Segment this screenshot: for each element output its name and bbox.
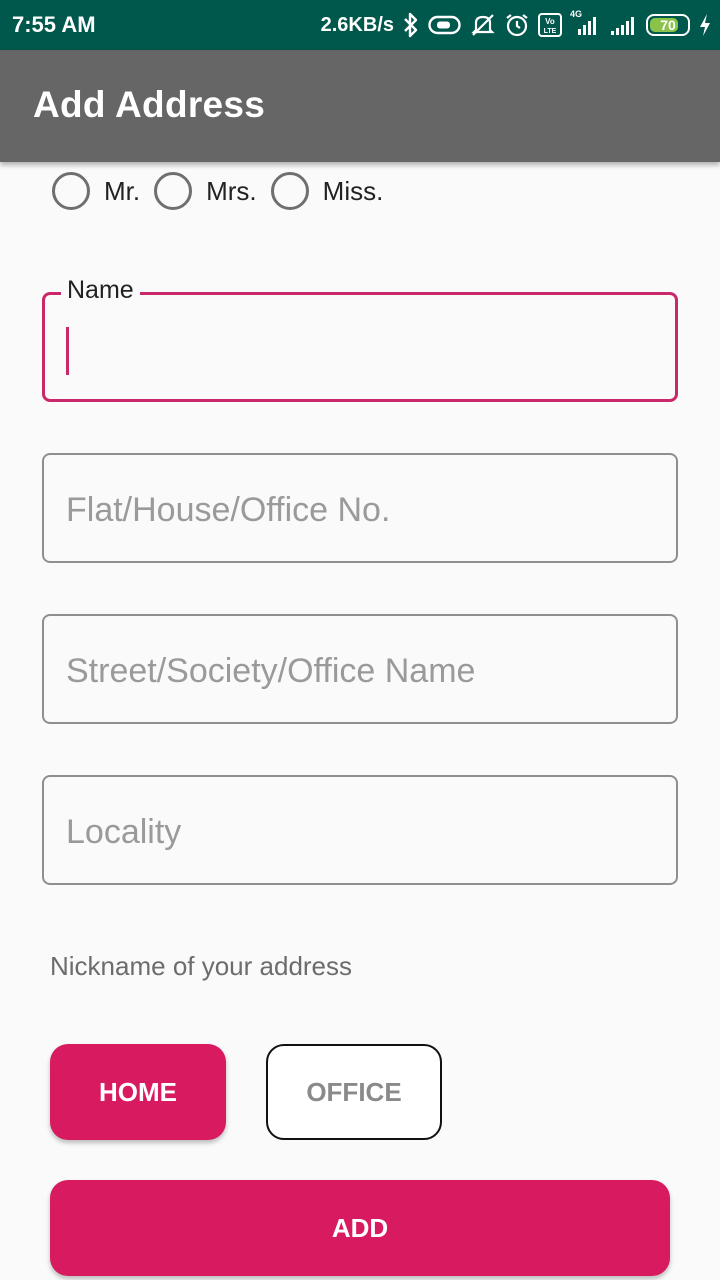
key-icon [428, 11, 462, 39]
street-society-field[interactable]: Street/Society/Office Name [42, 614, 678, 724]
status-bar: 7:55 AM 2.6KB/s Vo LTE 4G 70 [0, 0, 720, 50]
radio-label: Mr. [104, 175, 141, 206]
locality-field-placeholder: Locality [66, 813, 182, 851]
svg-text:Vo: Vo [545, 17, 555, 26]
name-field-label: Name [61, 276, 140, 305]
salutation-radio-group: Mr. Mrs. Miss. [52, 171, 397, 211]
street-field-placeholder: Street/Society/Office Name [66, 652, 476, 690]
status-icons: 2.6KB/s Vo LTE 4G 70 [320, 9, 712, 40]
text-cursor [66, 327, 69, 375]
home-chip-button[interactable]: HOME [50, 1044, 226, 1140]
radio-mr[interactable]: Mr. [52, 172, 140, 210]
locality-field[interactable]: Locality [42, 775, 678, 885]
status-time: 7:55 AM [12, 12, 96, 37]
signal-icon [608, 11, 638, 39]
mute-icon [470, 11, 496, 39]
bluetooth-icon [402, 11, 420, 39]
nickname-label: Nickname of your address [50, 951, 353, 981]
net-speed: 2.6KB/s [320, 13, 394, 36]
alarm-icon [504, 11, 530, 39]
app-bar: Add Address [0, 50, 720, 162]
network-type: 4G [570, 9, 583, 19]
volte-icon: Vo LTE [538, 11, 562, 39]
radio-button[interactable] [270, 172, 309, 210]
battery-level: 70 [660, 17, 676, 33]
name-field[interactable]: Name [42, 276, 678, 402]
battery-icon: 70 [646, 14, 690, 36]
radio-miss[interactable]: Miss. [270, 172, 384, 210]
flat-field-placeholder: Flat/House/Office No. [66, 491, 391, 529]
svg-text:LTE: LTE [544, 28, 557, 35]
radio-button[interactable] [154, 172, 193, 210]
charging-icon [698, 11, 712, 39]
page-title: Add Address [33, 84, 266, 125]
flat-house-office-field[interactable]: Flat/House/Office No. [42, 453, 678, 563]
radio-label: Mrs. [206, 175, 257, 206]
office-chip-button[interactable]: OFFICE [266, 1044, 442, 1140]
radio-mrs[interactable]: Mrs. [154, 172, 257, 210]
radio-label: Miss. [322, 175, 384, 206]
add-button[interactable]: ADD [50, 1180, 670, 1276]
signal-icon: 4G [570, 9, 600, 39]
radio-button[interactable] [52, 172, 90, 210]
